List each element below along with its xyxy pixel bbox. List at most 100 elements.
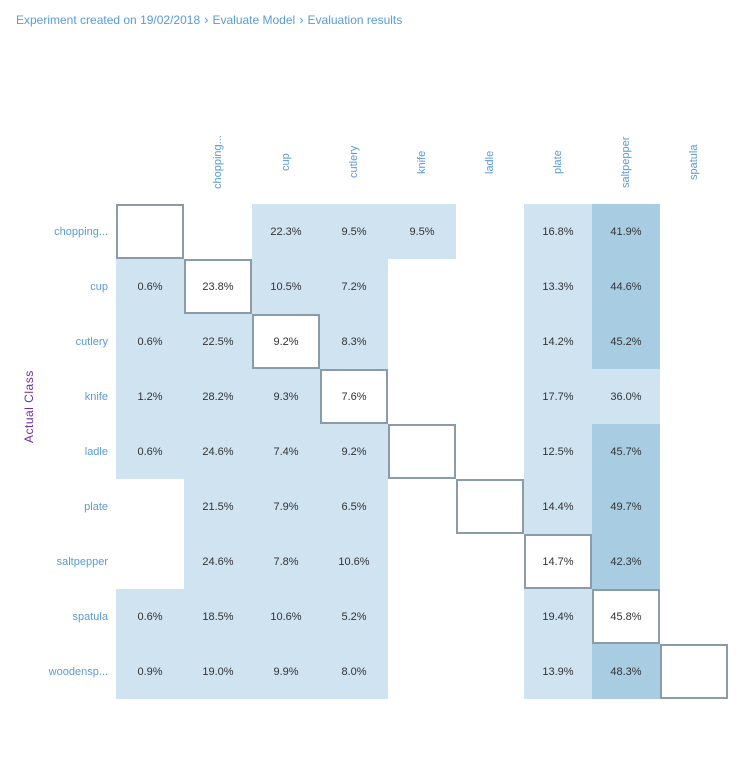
actual-class-label: Actual Class xyxy=(16,47,42,766)
breadcrumb-part2: Evaluate Model xyxy=(212,13,295,27)
cell-3-8 xyxy=(660,369,728,424)
cell-7-5 xyxy=(456,589,524,644)
cell-6-5 xyxy=(456,534,524,589)
breadcrumb-part3: Evaluation results xyxy=(308,13,403,27)
cell-8-5 xyxy=(456,644,524,699)
row-label-5: plate xyxy=(46,501,116,513)
cell-2-2: 9.2% xyxy=(252,314,320,369)
cell-5-6: 14.4% xyxy=(524,479,592,534)
matrix-row-1: cup0.6%23.8%10.5%7.2%13.3%44.6% xyxy=(46,259,741,314)
matrix-row-4: ladle0.6%24.6%7.4%9.2%12.5%45.7% xyxy=(46,424,741,479)
cell-0-4: 9.5% xyxy=(388,204,456,259)
cell-2-5 xyxy=(456,314,524,369)
matrix-row-3: knife1.2%28.2%9.3%7.6%17.7%36.0% xyxy=(46,369,741,424)
cell-7-3: 5.2% xyxy=(320,589,388,644)
matrix-body: chopping...22.3%9.5%9.5%16.8%41.9%cup0.6… xyxy=(46,204,741,699)
cell-6-4 xyxy=(388,534,456,589)
column-headers: chopping...cupcutleryknifeladleplatesalt… xyxy=(156,114,741,204)
cell-0-3: 9.5% xyxy=(320,204,388,259)
row-label-4: ladle xyxy=(46,446,116,458)
breadcrumb-sep2: › xyxy=(299,12,303,27)
cell-0-5 xyxy=(456,204,524,259)
cell-7-2: 10.6% xyxy=(252,589,320,644)
cell-0-6: 16.8% xyxy=(524,204,592,259)
breadcrumb-part1: Experiment created on 19/02/2018 xyxy=(16,13,200,27)
col-header-7: spatula xyxy=(632,114,700,204)
cell-8-8 xyxy=(660,644,728,699)
cell-3-0: 1.2% xyxy=(116,369,184,424)
cell-2-0: 0.6% xyxy=(116,314,184,369)
cell-6-0 xyxy=(116,534,184,589)
cell-0-0 xyxy=(116,204,184,259)
cell-7-1: 18.5% xyxy=(184,589,252,644)
cell-3-3: 7.6% xyxy=(320,369,388,424)
breadcrumb: Experiment created on 19/02/2018 › Evalu… xyxy=(16,12,725,27)
col-header-1: cup xyxy=(224,114,292,204)
cell-1-5 xyxy=(456,259,524,314)
cell-5-0 xyxy=(116,479,184,534)
row-label-6: saltpepper xyxy=(46,556,116,568)
breadcrumb-sep1: › xyxy=(204,12,208,27)
cell-8-7: 48.3% xyxy=(592,644,660,699)
col-header-3: knife xyxy=(360,114,428,204)
cell-3-5 xyxy=(456,369,524,424)
cell-3-1: 28.2% xyxy=(184,369,252,424)
col-header-2: cutlery xyxy=(292,114,360,204)
cell-4-2: 7.4% xyxy=(252,424,320,479)
matrix-row-6: saltpepper 24.6%7.8%10.6% 14.7%42.3% xyxy=(46,534,741,589)
cell-4-1: 24.6% xyxy=(184,424,252,479)
cell-5-1: 21.5% xyxy=(184,479,252,534)
row-label-3: knife xyxy=(46,391,116,403)
col-header-6: saltpepper xyxy=(564,114,632,204)
cell-8-3: 8.0% xyxy=(320,644,388,699)
matrix-row-2: cutlery0.6%22.5%9.2%8.3% 14.2%45.2% xyxy=(46,314,741,369)
cell-0-2: 22.3% xyxy=(252,204,320,259)
cell-5-7: 49.7% xyxy=(592,479,660,534)
cell-1-8 xyxy=(660,259,728,314)
cell-1-0: 0.6% xyxy=(116,259,184,314)
row-label-0: chopping... xyxy=(46,226,116,238)
cell-8-2: 9.9% xyxy=(252,644,320,699)
cell-1-1: 23.8% xyxy=(184,259,252,314)
cell-6-1: 24.6% xyxy=(184,534,252,589)
cell-7-4 xyxy=(388,589,456,644)
row-label-8: woodensp... xyxy=(46,666,116,678)
cell-4-6: 12.5% xyxy=(524,424,592,479)
cell-5-5 xyxy=(456,479,524,534)
cell-0-1 xyxy=(184,204,252,259)
cell-1-4 xyxy=(388,259,456,314)
cell-3-4 xyxy=(388,369,456,424)
cell-8-1: 19.0% xyxy=(184,644,252,699)
cell-4-7: 45.7% xyxy=(592,424,660,479)
matrix-row-8: woodensp...0.9%19.0%9.9%8.0% 13.9%48.3% xyxy=(46,644,741,699)
cell-8-0: 0.9% xyxy=(116,644,184,699)
cell-6-2: 7.8% xyxy=(252,534,320,589)
col-header-5: plate xyxy=(496,114,564,204)
cell-1-7: 44.6% xyxy=(592,259,660,314)
cell-2-1: 22.5% xyxy=(184,314,252,369)
row-label-7: spatula xyxy=(46,611,116,623)
cell-4-8 xyxy=(660,424,728,479)
cell-2-3: 8.3% xyxy=(320,314,388,369)
cell-8-6: 13.9% xyxy=(524,644,592,699)
cell-5-3: 6.5% xyxy=(320,479,388,534)
cell-6-7: 42.3% xyxy=(592,534,660,589)
row-label-2: cutlery xyxy=(46,336,116,348)
col-header-8: woodensp... xyxy=(700,114,741,204)
cell-6-6: 14.7% xyxy=(524,534,592,589)
cell-5-4 xyxy=(388,479,456,534)
cell-7-7: 45.8% xyxy=(592,589,660,644)
matrix-row-5: plate21.5%7.9%6.5%14.4%49.7% xyxy=(46,479,741,534)
confusion-matrix: chopping...cupcutleryknifeladleplatesalt… xyxy=(46,114,741,699)
cell-0-7: 41.9% xyxy=(592,204,660,259)
cell-1-3: 7.2% xyxy=(320,259,388,314)
cell-2-6: 14.2% xyxy=(524,314,592,369)
cell-2-4 xyxy=(388,314,456,369)
cell-2-8 xyxy=(660,314,728,369)
cell-3-2: 9.3% xyxy=(252,369,320,424)
cell-7-6: 19.4% xyxy=(524,589,592,644)
cell-7-0: 0.6% xyxy=(116,589,184,644)
cell-2-7: 45.2% xyxy=(592,314,660,369)
cell-6-3: 10.6% xyxy=(320,534,388,589)
cell-6-8 xyxy=(660,534,728,589)
